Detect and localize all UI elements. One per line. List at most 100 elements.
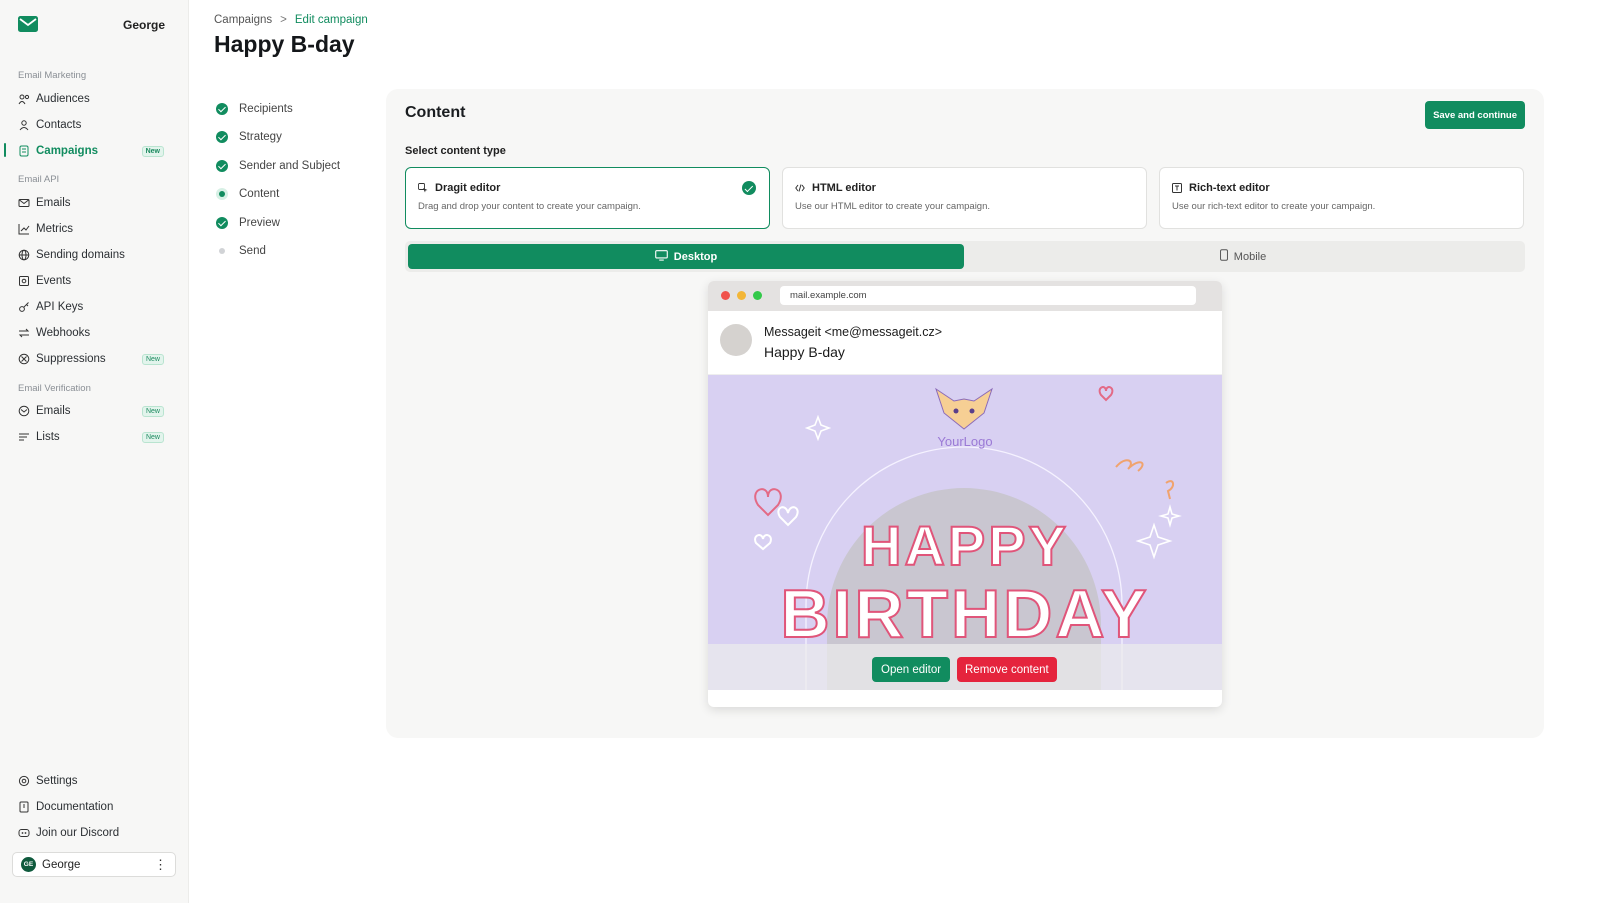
- close-dot-icon: [721, 291, 730, 300]
- pending-step-icon: [216, 245, 228, 257]
- content-type-html[interactable]: HTML editor Use our HTML editor to creat…: [782, 167, 1147, 229]
- email-preview: mail.example.com Messageit <me@messageit…: [708, 281, 1222, 707]
- sidebar-item-verification-emails[interactable]: Emails New: [18, 400, 178, 422]
- mobile-label: Mobile: [1233, 250, 1267, 263]
- new-badge: New: [141, 405, 164, 417]
- mail-header: Messageit <me@messageit.cz> Happy B-day: [708, 311, 1222, 375]
- check-circle-icon: [216, 160, 228, 172]
- sidebar-item-label: Join our Discord: [36, 827, 120, 839]
- open-editor-button[interactable]: Open editor: [872, 657, 951, 682]
- step-preview[interactable]: Preview: [216, 214, 376, 232]
- chevron-right-icon: >: [280, 14, 287, 26]
- content-type-desc: Drag and drop your content to create you…: [418, 201, 641, 212]
- check-circle-icon: [742, 181, 756, 195]
- ban-icon: [18, 353, 30, 365]
- browser-bar: mail.example.com: [708, 281, 1222, 311]
- device-toggle: Desktop Mobile: [405, 241, 1525, 272]
- campaigns-icon: [18, 145, 30, 157]
- sidebar-item-contacts[interactable]: Contacts: [18, 114, 178, 136]
- url-bar: mail.example.com: [780, 286, 1196, 305]
- events-icon: [18, 275, 30, 287]
- headline-happy: HAPPY: [861, 514, 1069, 577]
- mail-check-icon: [18, 405, 30, 417]
- mail-icon: [18, 197, 30, 209]
- mail-sender: Messageit <me@messageit.cz>: [764, 325, 943, 339]
- panel-title: Content: [405, 104, 466, 121]
- envelope-icon[interactable]: [18, 16, 38, 32]
- headline-birthday: BIRTHDAY: [780, 576, 1149, 652]
- user-name: George: [42, 858, 81, 871]
- sidebar-item-label: Contacts: [36, 119, 82, 131]
- check-circle-icon: [216, 217, 228, 229]
- step-label: Content: [239, 188, 280, 200]
- sidebar-item-lists[interactable]: Lists New: [18, 426, 178, 448]
- sidebar-item-campaigns[interactable]: Campaigns New: [18, 140, 178, 162]
- new-badge: New: [141, 145, 164, 157]
- sidebar-item-webhooks[interactable]: Webhooks: [18, 322, 178, 344]
- monitor-icon: [654, 249, 668, 264]
- sidebar-item-label: Emails: [36, 197, 71, 209]
- desktop-label: Desktop: [673, 250, 718, 263]
- select-content-type-label: Select content type: [405, 145, 506, 157]
- drag-icon: [418, 183, 428, 193]
- list-icon: [18, 431, 30, 443]
- discord-icon: [18, 827, 30, 839]
- logo-text: YourLogo: [937, 434, 992, 449]
- active-indicator: [4, 143, 6, 157]
- avatar: GE: [21, 857, 36, 872]
- step-label: Sender and Subject: [239, 160, 341, 172]
- step-content[interactable]: Content: [216, 185, 376, 203]
- remove-content-button[interactable]: Remove content: [957, 657, 1057, 682]
- sidebar-item-settings[interactable]: Settings: [18, 770, 178, 792]
- sidebar-item-api-keys[interactable]: API Keys: [18, 296, 178, 318]
- email-body-preview: YourLogo HAPPY BIRTHDAY Open editor Remo…: [708, 375, 1222, 690]
- step-label: Preview: [239, 217, 280, 229]
- sidebar-item-label: Audiences: [36, 93, 90, 105]
- sidebar-item-metrics[interactable]: Metrics: [18, 218, 178, 240]
- sidebar-item-sending-domains[interactable]: Sending domains: [18, 244, 178, 266]
- section-email-verification: Email Verification: [18, 383, 91, 394]
- sidebar-item-documentation[interactable]: Documentation: [18, 796, 178, 818]
- content-type-title: HTML editor: [812, 182, 876, 194]
- sidebar: George Email Marketing Audiences Contact…: [0, 0, 189, 903]
- check-circle-icon: [216, 131, 228, 143]
- section-email-marketing: Email Marketing: [18, 70, 87, 81]
- step-recipients[interactable]: Recipients: [216, 100, 376, 118]
- sidebar-item-emails[interactable]: Emails: [18, 192, 178, 214]
- audiences-icon: [18, 93, 30, 105]
- sidebar-item-label: Lists: [36, 431, 60, 443]
- globe-icon: [18, 249, 30, 261]
- breadcrumb: Campaigns > Edit campaign: [214, 14, 368, 26]
- step-strategy[interactable]: Strategy: [216, 128, 376, 146]
- content-type-richtext[interactable]: Rich-text editor Use our rich-text edito…: [1159, 167, 1524, 229]
- birthday-banner: YourLogo HAPPY BIRTHDAY: [708, 375, 1222, 690]
- new-badge: New: [141, 431, 164, 443]
- content-type-desc: Use our rich-text editor to create your …: [1172, 201, 1376, 212]
- book-icon: [18, 801, 30, 813]
- sidebar-item-events[interactable]: Events: [18, 270, 178, 292]
- sidebar-item-discord[interactable]: Join our Discord: [18, 822, 178, 844]
- step-send[interactable]: Send: [216, 242, 376, 260]
- desktop-toggle[interactable]: Desktop: [408, 244, 964, 269]
- sidebar-item-label: Sending domains: [36, 249, 125, 261]
- sidebar-item-label: Events: [36, 275, 72, 287]
- breadcrumb-root[interactable]: Campaigns: [214, 14, 272, 26]
- workspace-name[interactable]: George: [123, 18, 165, 32]
- save-and-continue-button[interactable]: Save and continue: [1425, 101, 1525, 129]
- kebab-icon[interactable]: ⋮: [154, 858, 167, 871]
- sidebar-item-suppressions[interactable]: Suppressions New: [18, 348, 178, 370]
- mail-subject: Happy B-day: [764, 344, 845, 360]
- avatar: [720, 324, 752, 356]
- gear-icon: [18, 775, 30, 787]
- current-step-icon: [216, 188, 228, 200]
- user-menu[interactable]: GE George ⋮: [12, 852, 176, 877]
- section-email-api: Email API: [18, 174, 60, 185]
- content-type-dragit[interactable]: Dragit editor Drag and drop your content…: [405, 167, 770, 229]
- content-type-title: Dragit editor: [435, 182, 501, 194]
- step-sender-subject[interactable]: Sender and Subject: [216, 157, 376, 175]
- code-icon: [795, 183, 805, 193]
- content-panel: Content Save and continue Select content…: [386, 89, 1544, 738]
- mobile-toggle[interactable]: Mobile: [965, 244, 1521, 269]
- sidebar-item-audiences[interactable]: Audiences: [18, 88, 178, 110]
- richtext-icon: [1172, 183, 1182, 193]
